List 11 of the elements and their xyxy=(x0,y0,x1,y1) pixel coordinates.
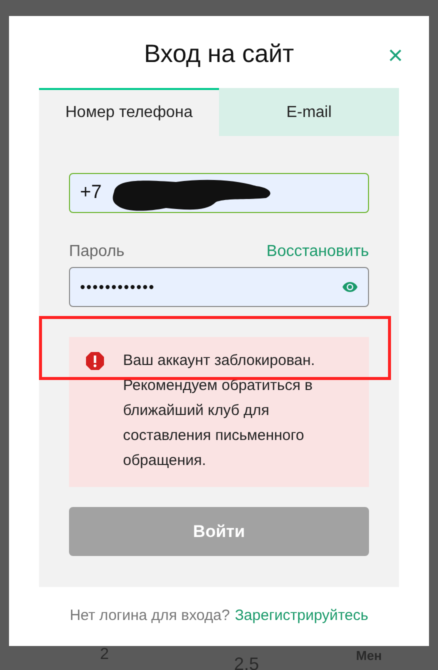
error-icon xyxy=(85,351,105,371)
password-label: Пароль xyxy=(69,243,125,261)
dialog-title: Вход на сайт xyxy=(144,40,294,68)
tab[interactable]: Номер телефона xyxy=(39,88,219,136)
phone-field[interactable]: +7 xyxy=(69,173,369,213)
password-field[interactable]: •••••••••••• xyxy=(69,267,369,307)
error-message: Ваш аккаунт заблокирован. Рекомендуем обратиться в ближайший клуб для составления письменного обращения. xyxy=(123,351,316,471)
register-link[interactable]: Зарегистрируйтесь xyxy=(234,607,368,624)
footer-text: Нет логина для входа? xyxy=(70,607,230,624)
eye-icon[interactable] xyxy=(342,281,358,293)
tab[interactable]: E-mail xyxy=(219,88,399,136)
